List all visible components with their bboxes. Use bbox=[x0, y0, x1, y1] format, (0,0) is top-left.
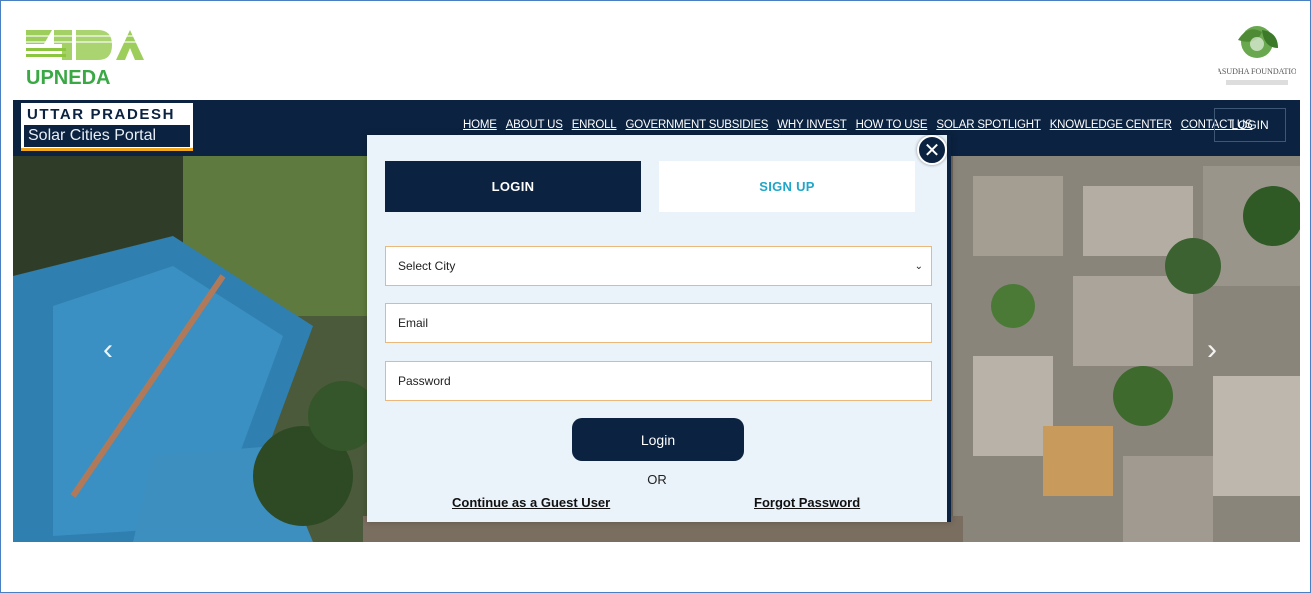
chevron-left-icon[interactable]: ‹ bbox=[96, 333, 120, 366]
city-select-value: Select City bbox=[398, 259, 456, 273]
email-field[interactable]: Email bbox=[385, 303, 932, 343]
nav-solar-spotlight[interactable]: SOLAR SPOTLIGHT bbox=[936, 119, 1041, 131]
nav-knowledge-center[interactable]: KNOWLEDGE CENTER bbox=[1050, 119, 1172, 131]
nav-login-button[interactable]: LOGIN bbox=[1214, 108, 1286, 142]
city-select[interactable]: Select City ⌄ bbox=[385, 246, 932, 286]
tab-login[interactable]: LOGIN bbox=[385, 161, 641, 212]
nav-how-to-use[interactable]: HOW TO USE bbox=[856, 119, 928, 131]
nav-home[interactable]: HOME bbox=[463, 119, 497, 131]
nav-enroll[interactable]: ENROLL bbox=[572, 119, 617, 131]
vasudha-foundation-logo[interactable]: VASUDHA FOUNDATION bbox=[1218, 22, 1296, 92]
email-placeholder: Email bbox=[398, 316, 429, 330]
password-field[interactable]: Password bbox=[385, 361, 932, 401]
chevron-down-icon: ⌄ bbox=[914, 260, 923, 272]
upneda-logo[interactable]: UPNEDA bbox=[24, 26, 148, 88]
login-button[interactable]: Login bbox=[572, 418, 744, 461]
continue-guest-link[interactable]: Continue as a Guest User bbox=[452, 495, 610, 510]
forgot-password-link[interactable]: Forgot Password bbox=[754, 495, 860, 510]
nav-about-us[interactable]: ABOUT US bbox=[506, 119, 563, 131]
close-icon[interactable]: ✕ bbox=[917, 135, 947, 165]
chevron-right-icon[interactable]: › bbox=[1200, 333, 1224, 366]
or-divider: OR bbox=[647, 472, 667, 487]
password-placeholder: Password bbox=[398, 374, 451, 388]
nav-why-invest[interactable]: WHY INVEST bbox=[777, 119, 847, 131]
upneda-logo-text: UPNEDA bbox=[26, 67, 110, 88]
brand-subtitle: Solar Cities Portal bbox=[24, 125, 190, 147]
vasudha-logo-text: VASUDHA FOUNDATION bbox=[1218, 67, 1296, 76]
brand-title: UTTAR PRADESH bbox=[27, 106, 176, 123]
brand-badge[interactable]: UTTAR PRADESH Solar Cities Portal bbox=[21, 103, 193, 151]
tab-signup[interactable]: SIGN UP bbox=[659, 161, 915, 212]
nav-government-subsidies[interactable]: GOVERNMENT SUBSIDIES bbox=[626, 119, 769, 131]
nav-links: HOME ABOUT US ENROLL GOVERNMENT SUBSIDIE… bbox=[463, 119, 1261, 131]
